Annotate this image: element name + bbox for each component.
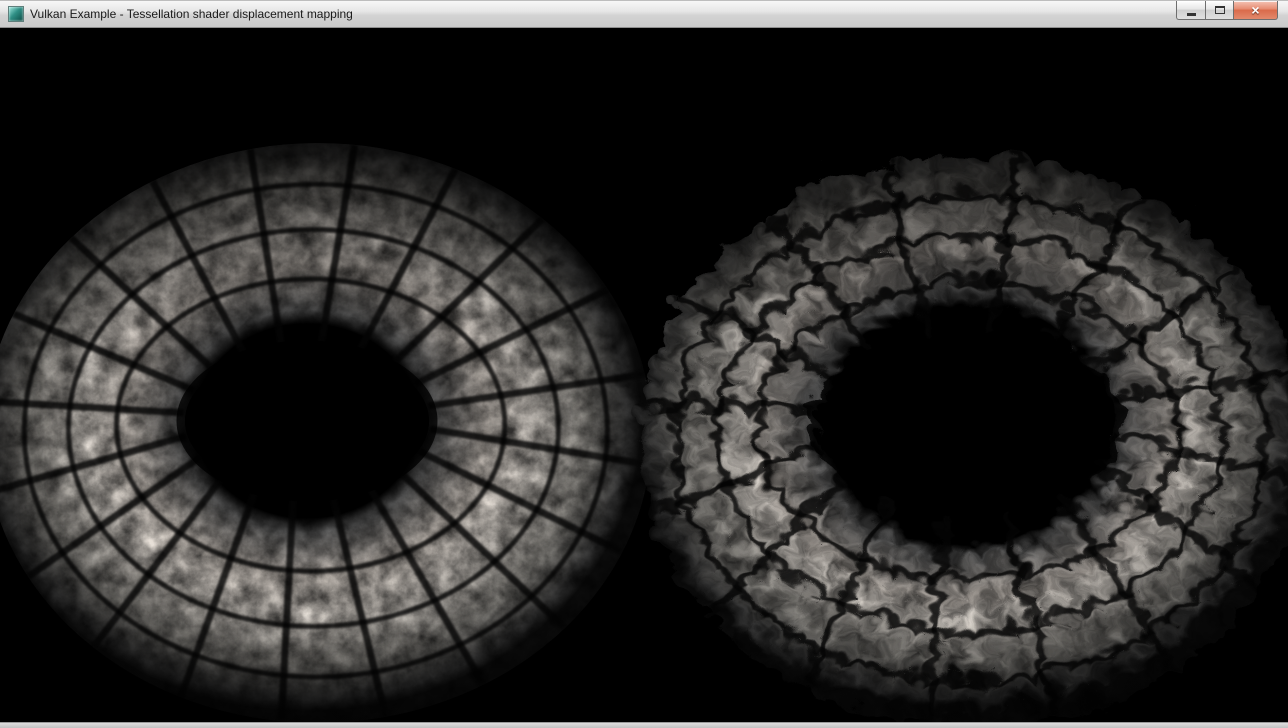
window-bottom-border	[0, 722, 1288, 728]
window-title: Vulkan Example - Tessellation shader dis…	[30, 7, 353, 21]
render-area	[0, 28, 1288, 722]
maximize-button[interactable]	[1205, 1, 1233, 20]
minimize-button[interactable]	[1176, 1, 1205, 20]
render-viewport[interactable]	[0, 28, 1288, 722]
window-titlebar[interactable]: Vulkan Example - Tessellation shader dis…	[0, 0, 1288, 28]
minimize-icon	[1187, 13, 1196, 16]
app-window: Vulkan Example - Tessellation shader dis…	[0, 0, 1288, 728]
app-icon	[8, 6, 24, 22]
close-icon: ×	[1251, 3, 1259, 17]
vignette-overlay	[0, 28, 1288, 722]
maximize-icon	[1215, 6, 1225, 14]
window-controls: ×	[1176, 1, 1278, 20]
close-button[interactable]: ×	[1233, 1, 1278, 20]
